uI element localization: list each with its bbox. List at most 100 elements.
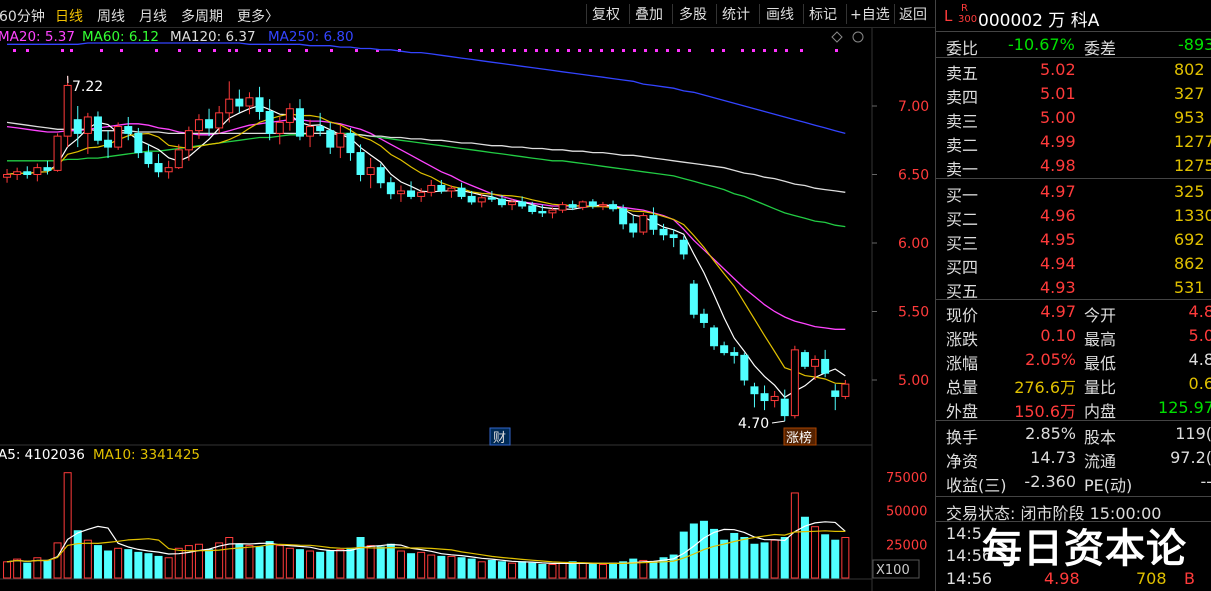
volume-bar	[710, 528, 719, 579]
bid-label: 买二	[946, 210, 979, 229]
volume-bar	[609, 562, 618, 579]
event-marker	[633, 49, 636, 52]
bid-row: 买一 4.97 325	[936, 180, 1211, 205]
candle-body	[609, 204, 618, 210]
volume-bar	[528, 562, 537, 579]
candle-body	[285, 108, 294, 123]
legend-vol-ma10: MA10: 3341425	[93, 447, 201, 463]
candle	[619, 204, 628, 230]
candle	[760, 385, 769, 411]
event-marker	[198, 49, 201, 52]
volume-bar	[275, 545, 284, 579]
price-axis: 7.00 6.50 6.00 5.50 5.00 75000 50000 25000 X100	[872, 99, 929, 579]
bid-price: 4.97	[1040, 182, 1076, 201]
volume-bar	[407, 553, 416, 579]
candle-body	[790, 349, 799, 417]
bid-volume: 1330	[1174, 206, 1211, 225]
candle-body	[63, 84, 72, 137]
quote-panel: L R 300 000002 万 科A 委比 -10.67% 委差 -893 卖…	[935, 0, 1211, 591]
event-marker	[556, 49, 559, 52]
stat-row: 外盘 150.6万 内盘 125.97	[936, 396, 1211, 421]
candle-body	[699, 313, 708, 323]
volume-bar	[437, 555, 446, 579]
candle	[740, 352, 749, 386]
candle-body	[800, 352, 809, 367]
candle-body	[659, 228, 668, 236]
stock-title[interactable]: 000002 万 科A	[978, 6, 1099, 31]
stat-value: 4.8	[1188, 350, 1211, 369]
price-tick-label: 7.00	[898, 99, 929, 115]
candle-body	[255, 97, 264, 112]
candle-body	[154, 163, 163, 173]
candle-body	[225, 98, 234, 114]
event-marker	[655, 49, 658, 52]
candle	[13, 167, 22, 180]
min-pointer	[771, 420, 785, 424]
ask-label: 卖三	[946, 112, 979, 131]
candle	[63, 75, 72, 148]
bid-volume: 531	[1174, 278, 1205, 297]
volume-bar	[73, 530, 82, 579]
candle-body	[689, 283, 698, 315]
candle	[578, 200, 587, 211]
candle	[800, 349, 809, 370]
event-marker	[800, 49, 803, 52]
ask-label: 卖五	[946, 64, 979, 83]
stat-value: 2.05%	[1025, 350, 1076, 369]
volume-bar	[295, 549, 304, 579]
stat-row: 现价 4.97 今开 4.8	[936, 300, 1211, 325]
volume-bar	[790, 492, 799, 579]
candle	[699, 308, 708, 328]
volume-bar	[255, 546, 264, 579]
volume-bar	[508, 562, 517, 579]
candle-body	[578, 201, 587, 208]
event-marker	[258, 49, 261, 52]
diamond-icon	[831, 31, 843, 43]
fund-row: 换手 2.85% 股本 119(	[936, 422, 1211, 447]
candle	[396, 185, 405, 202]
volume-bar	[689, 523, 698, 579]
candle-body	[164, 167, 173, 173]
volume-bar	[811, 526, 820, 579]
volume-bar	[13, 558, 22, 579]
candle-body	[3, 174, 12, 178]
stat-label: 今开	[1084, 306, 1117, 325]
stat-row: 涨幅 2.05% 最低 4.8	[936, 348, 1211, 373]
ask-volume: 953	[1174, 108, 1205, 127]
candle-body	[598, 204, 607, 207]
candle-body	[316, 126, 325, 132]
volume-bar	[396, 550, 405, 579]
watermark: 每日资本论	[982, 526, 1187, 572]
candle	[104, 130, 113, 159]
bid-row: 买三 4.95 692	[936, 228, 1211, 253]
badge-300: 300	[958, 14, 978, 25]
kline-chart[interactable]: 7.006.506.005.505.00750005000025000X100 …	[0, 0, 935, 591]
candle-body	[639, 215, 648, 233]
candle-body	[235, 98, 244, 107]
candle-body	[205, 119, 214, 129]
candle-body	[104, 139, 113, 148]
event-marker	[741, 49, 744, 52]
volume-bar	[366, 545, 375, 579]
fund-value: 97.2(	[1170, 448, 1211, 467]
candle	[689, 279, 698, 319]
fund-row: 净资 14.73 流通 97.2(	[936, 446, 1211, 471]
event-marker	[235, 49, 238, 52]
event-marker	[213, 49, 216, 52]
candle	[457, 182, 466, 200]
candle	[386, 177, 395, 200]
volume-bar	[53, 542, 62, 579]
ask-label: 卖一	[946, 160, 979, 179]
volume-bar	[487, 559, 496, 579]
candle	[790, 345, 799, 419]
fund-label: 股本	[1084, 428, 1117, 447]
volume-bar	[265, 541, 274, 579]
fund-label: 换手	[946, 428, 979, 447]
candle-body	[346, 132, 355, 154]
price-tick-label: 5.00	[898, 373, 929, 389]
bid-row: 买四 4.94 862	[936, 252, 1211, 277]
candle	[609, 200, 618, 212]
candle-body	[760, 393, 769, 402]
event-marker	[13, 49, 16, 52]
tick-time: 14:5	[946, 524, 982, 543]
